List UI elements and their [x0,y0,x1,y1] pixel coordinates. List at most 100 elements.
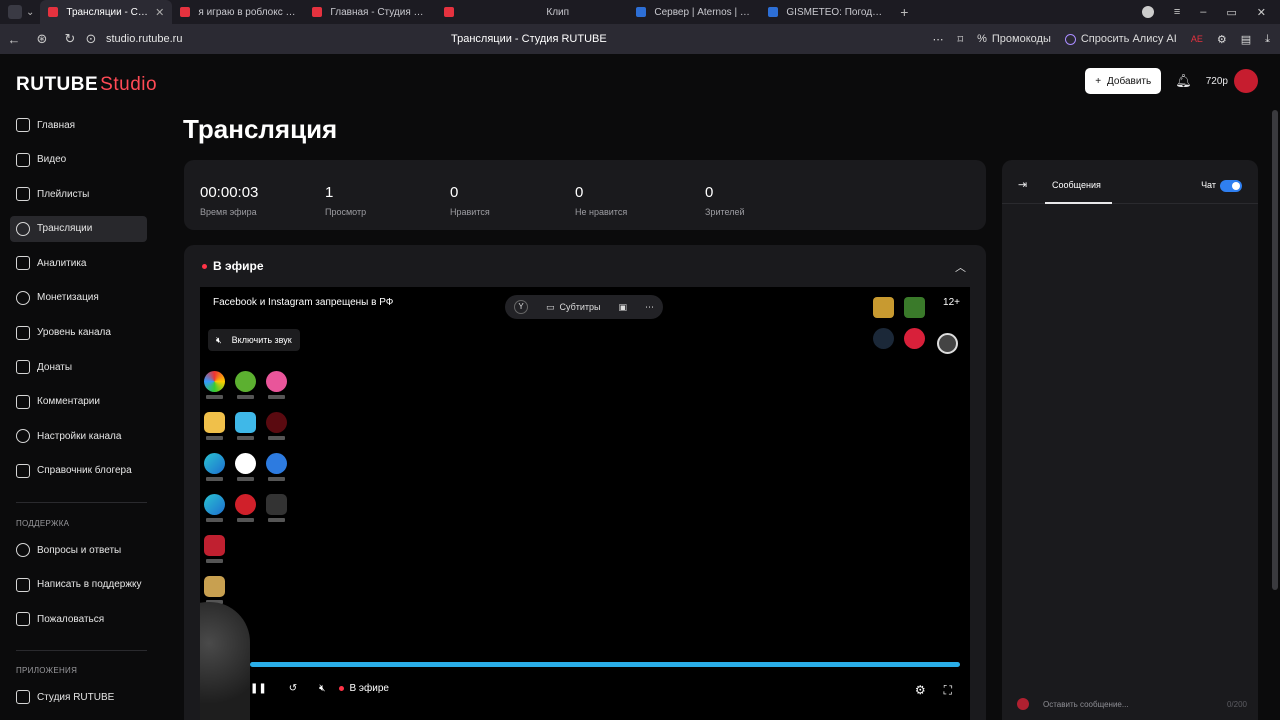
tab-gismeteo[interactable]: GISMETEO: Погода в Ти [760,0,892,24]
chat-message-input[interactable]: Оставить сообщение... [1043,700,1129,709]
video-icon [16,152,30,167]
add-button[interactable]: + Добавить [1085,68,1162,94]
tab-studio-home[interactable]: Главная - Студия RUTUBE [304,0,436,24]
maximize-icon[interactable]: ▭ [1226,6,1236,19]
chat-panel: ⇥ Сообщения Чат Оставить сообщение... 0/… [1002,160,1258,720]
sidebar-item-channel-level[interactable]: Уровень канала [10,320,147,346]
gamebooster-desktop-icon [204,535,225,566]
sidebar-item-blogger-guide[interactable]: Справочник блогера [10,458,147,484]
unmute-button[interactable]: 🔇︎ Включить звук [208,329,300,351]
book-icon [16,463,30,478]
sidebar-item-analytics[interactable]: Аналитика [10,250,147,276]
pip-icon[interactable]: ▣ [618,302,627,313]
extensions-icon[interactable]: ⚙ [1217,33,1227,46]
sidebar-item-comments[interactable]: Комментарии [10,389,147,415]
sidebar-item-faq[interactable]: Вопросы и ответы [10,537,147,563]
sidebar-item-channel-settings[interactable]: Настройки канала [10,423,147,449]
yandex-desktop-icon [235,453,256,484]
page-scrollbar[interactable] [1272,110,1278,590]
bookmark-icon[interactable]: ⌑ [957,33,963,46]
volume-muted-icon[interactable]: 🔇︎ [319,683,325,694]
vk-video-desktop-icon [904,328,925,349]
support-section-title: ПОДДЕРЖКА [16,519,70,528]
back-icon[interactable]: ← [0,32,28,47]
sidebar-item-streams[interactable]: Трансляции [10,215,147,242]
tab-aternos[interactable]: Сервер | Aternos | Беспл [628,0,760,24]
muted-speaker-icon: 🔇︎ [216,334,222,345]
yandex-icon[interactable]: Y [513,300,528,314]
address-bar: ← ⊛ ↻ ⊙ studio.rutube.ru Трансляции - Ст… [0,24,1280,54]
tab-messages[interactable]: Сообщения [1052,180,1101,190]
tab-clip[interactable]: Клип [496,0,628,24]
profile-icon[interactable] [1141,6,1154,18]
url-field[interactable]: studio.rutube.ru [106,33,182,45]
alice-button[interactable]: Спросить Алису AI [1064,33,1177,45]
tab-vk[interactable]: я играю в роблокс на VK [172,0,304,24]
live-panel-title[interactable]: В эфире [202,259,264,273]
close-tab-icon[interactable]: ✕ [155,6,164,19]
translate-icon[interactable]: AE [1191,34,1203,44]
sidebar-item-playlists[interactable]: Плейлисты [10,181,147,207]
more-icon[interactable]: ⋯ [932,33,943,46]
menu-icon[interactable]: ≡ [1174,6,1180,18]
more-options-icon[interactable]: ⋯ [645,302,654,313]
edge-desktop-icon [204,453,225,484]
sidebar-item-studio-app[interactable]: Студия RUTUBE [10,684,147,710]
support-menu: Вопросы и ответы Написать в поддержку По… [10,537,147,641]
browser-page-title: Трансляции - Студия RUTUBE [451,33,607,45]
reload-icon[interactable]: ↻ [56,31,84,47]
settings-gear-icon[interactable]: ⚙ [915,683,926,698]
chat-toggle[interactable] [1220,180,1242,192]
close-window-icon[interactable]: ✕ [1257,6,1266,19]
fullscreen-icon[interactable]: ⛶ [944,683,952,698]
promo-button[interactable]: % Промокоды [977,33,1051,45]
sidebar-item-donations[interactable]: Донаты [10,354,147,380]
notifications-bell-icon[interactable]: 🔔︎ [1175,73,1192,89]
age-rating-badge: 12+ [943,297,960,308]
protect-icon[interactable]: ⊛ [28,31,56,47]
folder-desktop-icon [204,412,225,443]
aternos-favicon-icon [636,7,647,17]
sidebar-item-home[interactable]: Главная [10,112,147,138]
balance-label[interactable]: 720р [1206,76,1228,87]
video-player[interactable]: Facebook и Instagram запрещены в РФ 🔇︎ В… [200,287,970,720]
player-controls: ❚❚ ↺ 🔇︎ В эфире [250,683,389,694]
vk-video-favicon-icon [180,7,191,17]
subtitles-icon: ▭ [545,301,555,312]
rutube-studio-logo[interactable]: RUTUBE Studio [16,74,157,96]
vk-messenger-desktop-icon [235,412,256,443]
minimize-icon[interactable]: – [1200,6,1206,18]
sidebar-item-write-support[interactable]: Написать в поддержку [10,572,147,598]
sidebar-item-video[interactable]: Видео [10,147,147,173]
gear-icon [16,429,30,444]
tab-rutube[interactable] [436,0,496,24]
avatar[interactable] [1234,69,1258,93]
live-dot-icon [202,263,207,269]
chevron-up-icon[interactable]: ︿ [955,259,966,275]
stream-stats: 00:00:03 Время эфира 1 Просмотр 0 Нравится … [184,160,986,230]
collections-icon[interactable]: ▤ [1241,33,1251,46]
page-title: Трансляция [183,114,338,144]
rutube-favicon-icon [444,7,455,17]
site-info-icon[interactable]: ⊙ [84,31,98,47]
player-notice: Facebook и Instagram запрещены в РФ [213,297,394,308]
download-icon[interactable]: ⤓ [1265,33,1270,46]
sidebar-item-report[interactable]: Пожаловаться [10,606,147,632]
security-desktop-icon [266,453,287,484]
tab-streams[interactable]: Трансляции - Студия ✕ [40,0,173,24]
stat-viewers: 0 Зрителей [705,184,745,217]
pause-icon[interactable]: ❚❚ [250,683,267,694]
stat-airtime: 00:00:03 Время эфира [200,184,259,217]
rewind-icon[interactable]: ↺ [289,683,297,694]
browser-menu-icon[interactable] [8,5,22,19]
sidebar-item-monetization[interactable]: Монетизация [10,285,147,311]
analytics-icon [16,256,30,271]
flag-icon [16,612,30,627]
sidebar-divider [16,502,147,503]
playback-progress[interactable] [250,662,960,667]
new-tab-icon[interactable]: + [892,4,916,20]
subtitles-button[interactable]: ▭ Субтитры [546,302,601,313]
webcam-overlay [200,602,250,720]
collapse-chat-icon[interactable]: ⇥ [1018,178,1027,191]
tab-list-chevron-icon[interactable]: ⌄ [26,7,34,18]
